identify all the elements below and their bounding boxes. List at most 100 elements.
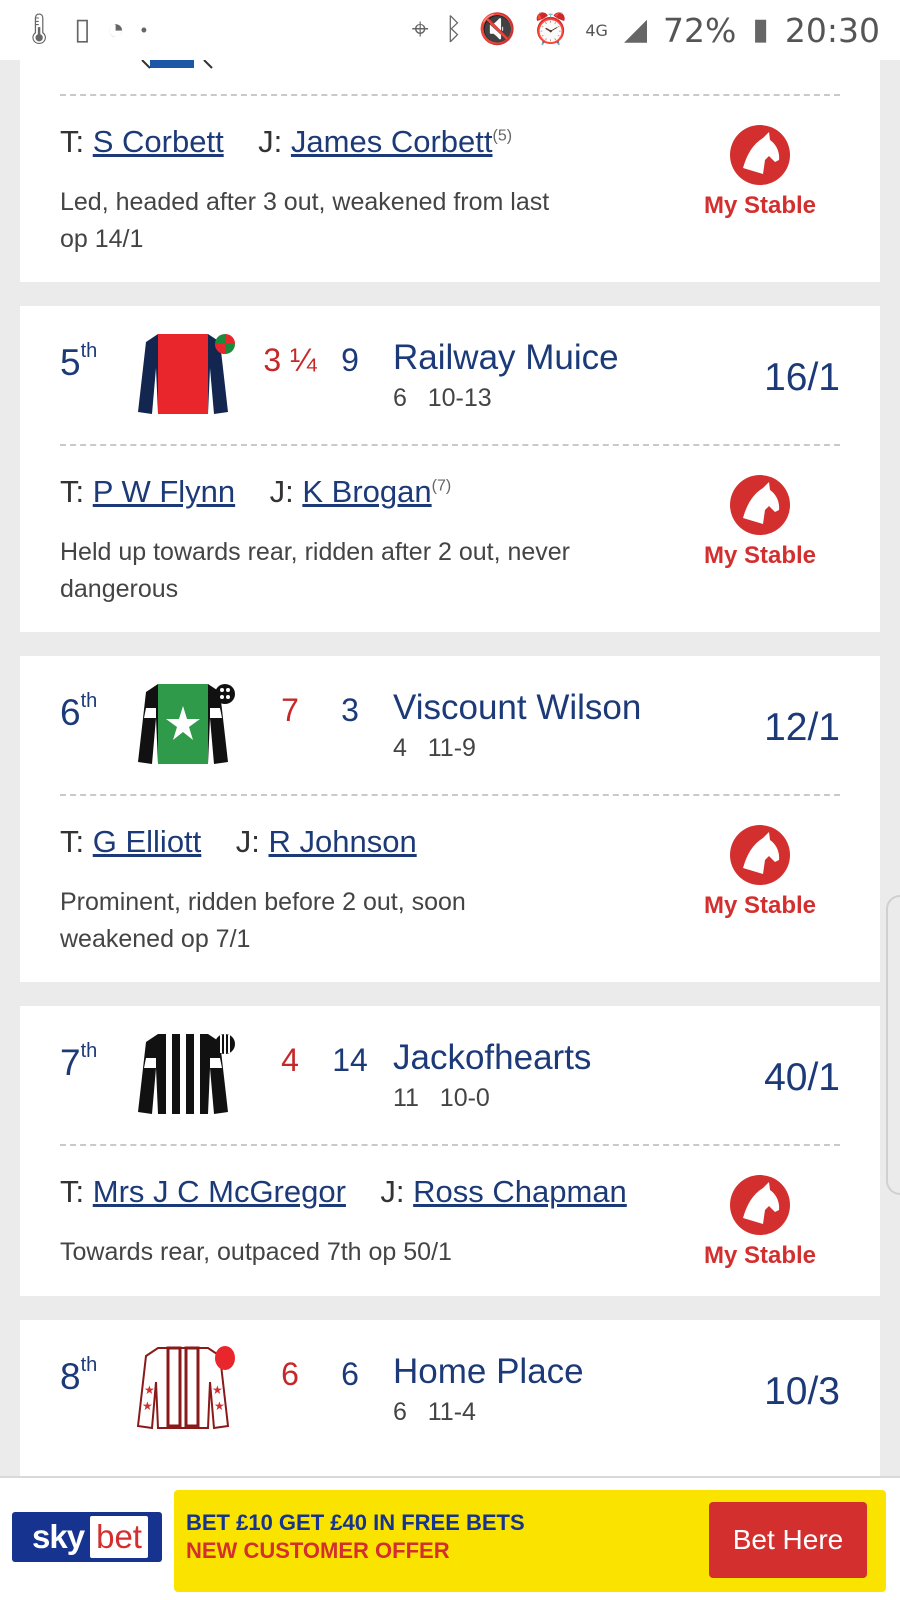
jockey-label: J: <box>269 474 294 509</box>
horse-head-icon <box>730 825 790 885</box>
horse-details: 6 10-13 <box>393 384 492 412</box>
trainer-link[interactable]: S Corbett <box>93 124 224 159</box>
draw-number: 9 <box>341 342 359 378</box>
runner-header[interactable]: 8th ★ ★ ★ ★ 6 6 Home Place 6 11-4 10/3 <box>20 1320 880 1460</box>
trainer-label: T: <box>60 1174 85 1209</box>
distance-beaten: 4 <box>281 1042 299 1078</box>
distance-beaten: 6 <box>281 1356 299 1392</box>
runner-card: T: S Corbett J: James Corbett(5) Led, he… <box>20 60 880 282</box>
jockey-allowance: (5) <box>492 127 513 145</box>
trainer-jockey: T: P W Flynn J: K Brogan(7) <box>60 474 451 510</box>
speedometer-icon: ◔ <box>106 13 125 46</box>
horse-name[interactable]: Railway Muice <box>393 338 619 378</box>
jockey-label: J: <box>258 124 283 159</box>
draw-number: 6 <box>341 1356 359 1392</box>
trainer-label: T: <box>60 824 85 859</box>
silks-icon <box>138 334 235 414</box>
race-comment: Held up towards rear, ridden after 2 out… <box>60 538 571 603</box>
race-comment: Led, headed after 3 out, weakened from l… <box>60 188 550 253</box>
horse-name[interactable]: Viscount Wilson <box>393 688 641 728</box>
horse-head-icon <box>730 475 790 535</box>
odds: 40/1 <box>764 1056 840 1099</box>
my-stable-button[interactable]: My Stable <box>700 474 820 570</box>
runner-card: 7th 4 14 Jackofhearts 11 10-0 40/1 T: Mr… <box>20 1006 880 1296</box>
runner-card: 5th 3 ¼ 9 Railway Muice 6 10-13 16/1 T: … <box>20 306 880 632</box>
results-list[interactable]: T: S Corbett J: James Corbett(5) Led, he… <box>0 60 900 1476</box>
horse-head-icon <box>730 125 790 185</box>
jockey-link[interactable]: R Johnson <box>268 824 416 859</box>
status-bar: 🌡 ▯ ◔ • ⌖ ᛒ 🔇 ⏰ 4G ◢ 72% ▮ 20:30 <box>0 0 900 60</box>
trainer-label: T: <box>60 124 85 159</box>
brand-sky: sky <box>32 1518 85 1555</box>
runner-header[interactable]: 6th 7 3 Viscount Wilson 4 11-9 12/1 <box>20 656 880 796</box>
thermometer-icon: 🌡 <box>20 13 59 46</box>
distance-beaten: 3 ¼ <box>263 342 317 378</box>
battery-charging-icon: ▯ <box>74 13 91 46</box>
my-stable-label: My Stable <box>703 892 817 919</box>
horse-details: 6 11-4 <box>393 1398 476 1426</box>
my-stable-label: My Stable <box>703 1242 817 1269</box>
runner-card: 6th 7 3 Viscount Wilson 4 11-9 12/1 T: G… <box>20 656 880 982</box>
alarm-icon: ⏰ <box>532 13 570 46</box>
mute-icon: 🔇 <box>478 13 516 46</box>
horse-name[interactable]: Jackofhearts <box>393 1038 591 1078</box>
runner-header[interactable]: 5th 3 ¼ 9 Railway Muice 6 10-13 16/1 <box>20 306 880 446</box>
trainer-link[interactable]: G Elliott <box>93 824 202 859</box>
svg-text:★: ★ <box>142 1399 153 1413</box>
finish-position: 5th <box>60 340 98 383</box>
my-stable-button[interactable]: My Stable <box>700 124 820 220</box>
offer-panel[interactable]: BET £10 GET £40 IN FREE BETS NEW CUSTOME… <box>174 1490 886 1592</box>
finish-position: 8th <box>60 1354 98 1397</box>
jockey-link[interactable]: K Brogan <box>302 474 431 509</box>
trainer-jockey: T: S Corbett J: James Corbett(5) <box>60 124 512 160</box>
finish-position: 6th <box>60 690 98 733</box>
silks-icon <box>141 60 213 69</box>
svg-text:★: ★ <box>212 1383 223 1397</box>
bluetooth-icon: ᛒ <box>444 13 463 46</box>
jockey-label: J: <box>380 1174 405 1209</box>
my-stable-label: My Stable <box>703 542 817 569</box>
my-stable-label: My Stable <box>703 192 817 219</box>
odds: 12/1 <box>764 706 840 749</box>
silks-icon: ★ ★ ★ ★ <box>136 1346 235 1430</box>
svg-text:★: ★ <box>144 1383 155 1397</box>
distance-beaten: 7 <box>281 692 299 728</box>
promo-banner[interactable]: sky bet BET £10 GET £40 IN FREE BETS NEW… <box>0 1476 900 1600</box>
runner-header[interactable]: 7th 4 14 Jackofhearts 11 10-0 40/1 <box>20 1006 880 1146</box>
odds: 16/1 <box>764 356 840 399</box>
bet-here-button[interactable]: Bet Here <box>709 1502 867 1578</box>
jockey-allowance: (7) <box>431 477 452 495</box>
trainer-jockey: T: Mrs J C McGregor J: Ross Chapman <box>60 1174 627 1210</box>
race-comment: Prominent, ridden before 2 out, soon wea… <box>60 888 466 953</box>
horse-details: 4 11-9 <box>393 734 476 762</box>
horse-head-icon <box>730 1175 790 1235</box>
offer-subline: NEW CUSTOMER OFFER <box>186 1538 450 1563</box>
trainer-label: T: <box>60 474 85 509</box>
race-comment: Towards rear, outpaced 7th op 50/1 <box>60 1238 452 1266</box>
skybet-logo: sky bet <box>12 1512 162 1562</box>
trainer-link[interactable]: Mrs J C McGregor <box>93 1174 346 1209</box>
svg-text:★: ★ <box>214 1399 225 1413</box>
silks-icon <box>138 1034 235 1114</box>
finish-position: 7th <box>60 1040 98 1083</box>
offer-headline: BET £10 GET £40 IN FREE BETS <box>186 1510 525 1535</box>
notification-dot-icon: • <box>140 20 148 40</box>
jockey-label: J: <box>235 824 260 859</box>
trainer-link[interactable]: P W Flynn <box>93 474 235 509</box>
horse-name[interactable]: Home Place <box>393 1352 584 1392</box>
jockey-link[interactable]: Ross Chapman <box>413 1174 627 1209</box>
runner-card: 8th ★ ★ ★ ★ 6 6 Home Place 6 11-4 10/3 <box>20 1320 880 1476</box>
location-icon: ⌖ <box>411 13 429 46</box>
horse-details: 11 10-0 <box>393 1084 490 1112</box>
my-stable-button[interactable]: My Stable <box>700 1174 820 1270</box>
battery-icon: ▮ <box>752 13 769 46</box>
silks-icon <box>138 684 235 764</box>
network-type: 4G <box>585 20 608 40</box>
draw-number: 3 <box>341 692 359 728</box>
draw-number: 14 <box>332 1042 368 1078</box>
battery-percent: 72% <box>663 10 737 50</box>
my-stable-button[interactable]: My Stable <box>700 824 820 920</box>
jockey-link[interactable]: James Corbett <box>291 124 493 159</box>
clock: 20:30 <box>784 10 880 50</box>
scrollbar[interactable] <box>886 895 900 1195</box>
